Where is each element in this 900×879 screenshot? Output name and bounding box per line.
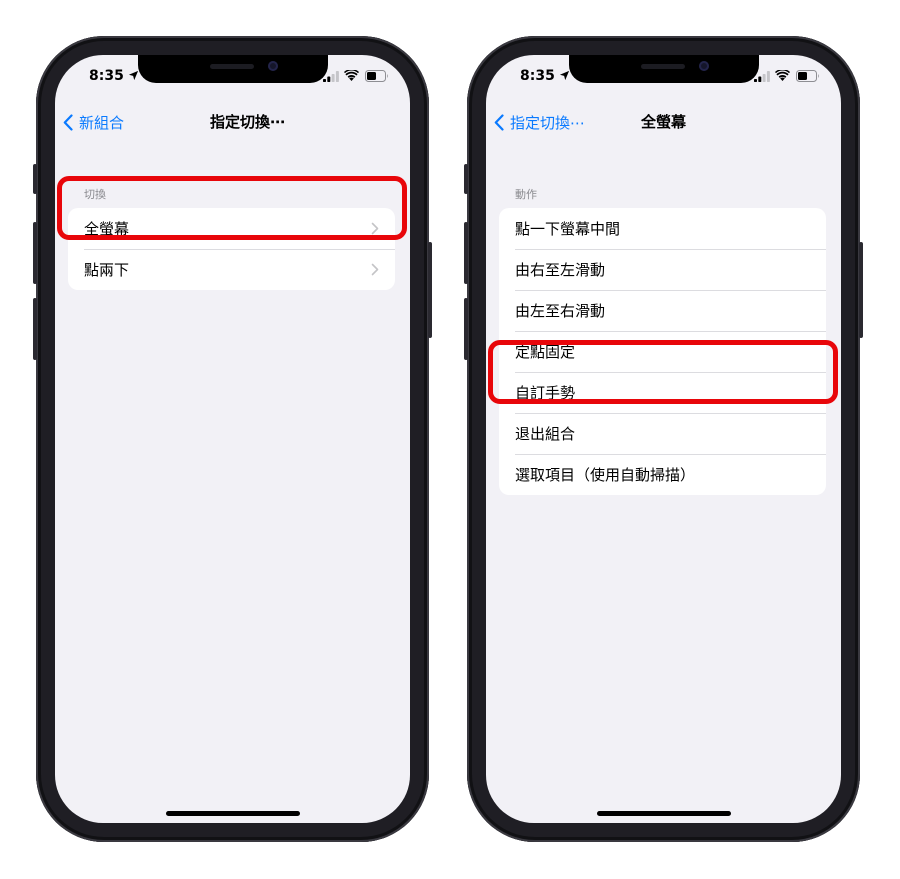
highlight-custom-gesture	[488, 340, 838, 404]
side-button	[859, 242, 863, 338]
speaker-grille	[641, 64, 685, 69]
volume-down-button	[33, 298, 37, 360]
status-time: 8:35	[89, 68, 124, 84]
volume-down-button	[464, 298, 468, 360]
cellular-signal-icon	[323, 71, 339, 82]
home-indicator	[166, 811, 300, 816]
mute-switch	[33, 164, 37, 194]
side-button	[428, 242, 432, 338]
battery-icon	[796, 70, 819, 82]
wifi-icon	[344, 70, 359, 81]
list-item-label: 退出組合	[515, 425, 576, 443]
page-title: 全螢幕	[640, 113, 686, 131]
status-time: 8:35	[520, 68, 555, 84]
camera-icon	[268, 61, 278, 71]
list-item-exit-recipe[interactable]: 退出組合	[499, 413, 826, 454]
volume-up-button	[33, 222, 37, 284]
right-phone: 8:35 指定切換⋯ 全螢幕 動作 點一下螢幕中間 由右至左滑動 由左至右滑動 …	[464, 36, 863, 842]
camera-icon	[699, 61, 709, 71]
list-item-select-item[interactable]: 選取項目（使用自動掃描）	[499, 454, 826, 495]
notch	[138, 55, 328, 83]
volume-up-button	[464, 222, 468, 284]
chevron-right-icon	[371, 263, 379, 276]
highlight-full-screen	[57, 176, 407, 240]
list-item-label: 由左至右滑動	[515, 302, 606, 320]
wifi-icon	[775, 70, 790, 81]
list-item-label: 點兩下	[84, 261, 130, 279]
list-item-swipe-right-to-left[interactable]: 由右至左滑動	[499, 249, 826, 290]
list-item-label: 點一下螢幕中間	[515, 220, 621, 238]
right-screen: 8:35 指定切換⋯ 全螢幕 動作 點一下螢幕中間 由右至左滑動 由左至右滑動 …	[486, 55, 841, 823]
location-arrow-icon	[128, 70, 139, 81]
notch	[569, 55, 759, 83]
navigation-bar: 新組合 指定切換⋯	[55, 107, 410, 137]
list-item-label: 由右至左滑動	[515, 261, 606, 279]
list-item-double-tap[interactable]: 點兩下	[68, 249, 395, 290]
left-screen: 8:35 新組合 指定切換⋯ 切換 全螢幕 點兩下	[55, 55, 410, 823]
list-item-swipe-left-to-right[interactable]: 由左至右滑動	[499, 290, 826, 331]
page-title: 指定切換⋯	[209, 113, 285, 131]
section-header: 動作	[515, 188, 537, 201]
left-phone: 8:35 新組合 指定切換⋯ 切換 全螢幕 點兩下	[33, 36, 432, 842]
list-item-tap-center[interactable]: 點一下螢幕中間	[499, 208, 826, 249]
home-indicator	[597, 811, 731, 816]
list-item-label: 選取項目（使用自動掃描）	[515, 466, 696, 484]
cellular-signal-icon	[754, 71, 770, 82]
speaker-grille	[210, 64, 254, 69]
battery-icon	[365, 70, 388, 82]
navigation-bar: 指定切換⋯ 全螢幕	[486, 107, 841, 137]
location-arrow-icon	[559, 70, 570, 81]
mute-switch	[464, 164, 468, 194]
